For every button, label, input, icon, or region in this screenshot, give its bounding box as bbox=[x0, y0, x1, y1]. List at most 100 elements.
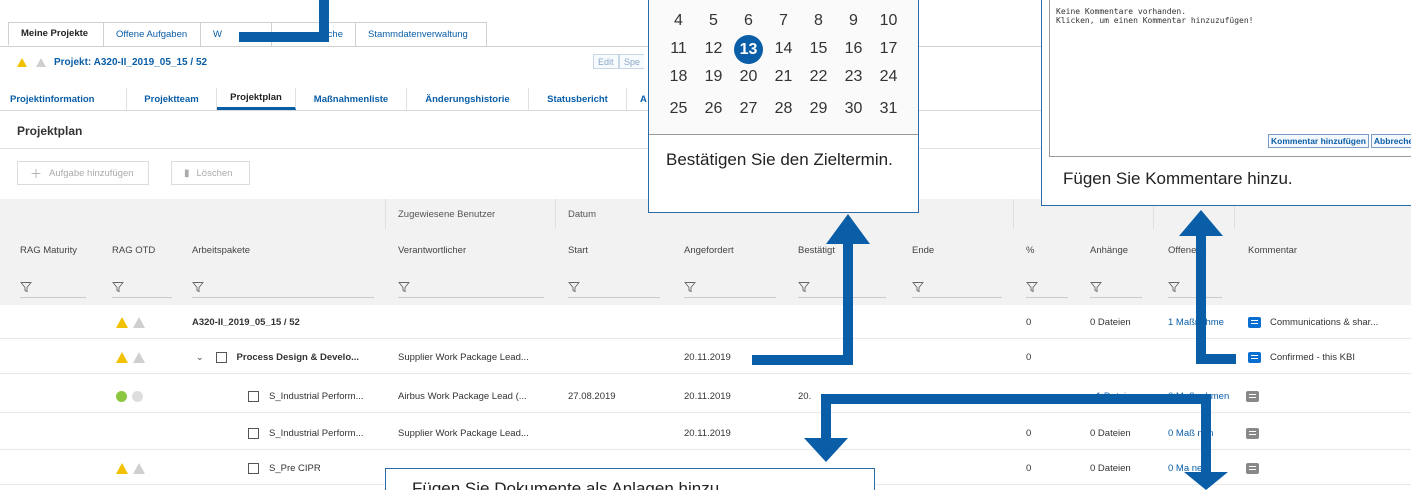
row-checkbox[interactable] bbox=[248, 427, 259, 439]
edit-button[interactable]: Edit bbox=[593, 54, 619, 69]
header-separator bbox=[555, 199, 556, 229]
tab-stammdatenverwaltung[interactable]: Stammdatenverwaltung bbox=[355, 22, 487, 46]
calendar-day[interactable]: 21 bbox=[766, 65, 801, 89]
comment-icon[interactable] bbox=[1246, 390, 1259, 402]
calendar-day[interactable]: 25 bbox=[661, 97, 696, 121]
calendar-day[interactable]: 14 bbox=[766, 37, 801, 61]
calendar-day[interactable]: 22 bbox=[801, 65, 836, 89]
calendar-day[interactable]: 10 bbox=[871, 9, 906, 33]
work-package-cell[interactable]: ⌄ Process Design & Develo... bbox=[196, 340, 380, 374]
delete-button[interactable]: ▮ Löschen bbox=[171, 161, 250, 185]
calendar-day[interactable]: 26 bbox=[696, 97, 731, 121]
tab-projektteam[interactable]: Projektteam bbox=[127, 88, 217, 110]
tab-massnahmenliste[interactable]: Maßnahmenliste bbox=[296, 88, 407, 110]
calendar-day[interactable]: 19 bbox=[696, 65, 731, 89]
comment-icon[interactable] bbox=[1246, 427, 1259, 439]
calendar-day[interactable]: 7 bbox=[766, 9, 801, 33]
col-ende[interactable]: Ende bbox=[912, 245, 934, 256]
calendar-day[interactable]: 28 bbox=[766, 97, 801, 121]
calendar-day-selected[interactable]: 13 bbox=[734, 35, 763, 64]
calendar-day[interactable]: 4 bbox=[661, 9, 696, 33]
filter-angefordert[interactable] bbox=[684, 276, 776, 298]
row-checkbox[interactable] bbox=[248, 462, 259, 474]
filter-start[interactable] bbox=[568, 276, 660, 298]
col-start[interactable]: Start bbox=[568, 245, 588, 256]
tab-meine-projekte[interactable]: Meine Projekte bbox=[8, 22, 104, 46]
calendar-day[interactable]: 16 bbox=[836, 37, 871, 61]
comment-icon[interactable] bbox=[1246, 462, 1259, 474]
calendar-day[interactable]: 24 bbox=[871, 65, 906, 89]
calendar-day[interactable]: 23 bbox=[836, 65, 871, 89]
attachments-value[interactable]: 0 Dateien bbox=[1090, 451, 1131, 485]
tab-projektinformation[interactable]: Projektinformation bbox=[0, 88, 127, 110]
project-title[interactable]: Projekt: A320-II_2019_05_15 / 52 bbox=[54, 57, 207, 68]
filter-anhaenge[interactable] bbox=[1090, 276, 1142, 298]
attachments-value[interactable]: 0 Dateien bbox=[1090, 416, 1131, 450]
tab-statusbericht[interactable]: Statusbericht bbox=[529, 88, 627, 110]
work-package-cell[interactable]: S_Industrial Perform... bbox=[248, 379, 376, 413]
col-rag-otd[interactable]: RAG OTD bbox=[112, 245, 155, 256]
filter-rag-otd[interactable] bbox=[112, 276, 172, 298]
col-angefordert[interactable]: Angefordert bbox=[684, 245, 734, 256]
filter-verantwortlicher[interactable] bbox=[398, 276, 544, 298]
calendar-day[interactable]: 12 bbox=[696, 37, 731, 61]
work-package-name[interactable]: A320-II_2019_05_15 / 52 bbox=[192, 305, 372, 339]
calendar-day[interactable]: 27 bbox=[731, 97, 766, 121]
calendar-day[interactable]: 29 bbox=[801, 97, 836, 121]
calendar-day[interactable]: 20 bbox=[731, 65, 766, 89]
col-kommentar[interactable]: Kommentar bbox=[1248, 245, 1297, 256]
tab-offene-aufgaben[interactable]: Offene Aufgaben bbox=[103, 22, 201, 46]
comment-cell[interactable] bbox=[1246, 379, 1268, 413]
filter-arbeitspakete[interactable] bbox=[192, 276, 374, 298]
documents-popup: Fügen Sie Dokumente als Anlagen hinzu. bbox=[385, 468, 875, 490]
calendar-instruction: Bestätigen Sie den Zieltermin. bbox=[666, 150, 893, 169]
filter-ende[interactable] bbox=[912, 276, 1002, 298]
filter-rag-maturity[interactable] bbox=[20, 276, 86, 298]
row-checkbox[interactable] bbox=[248, 390, 259, 402]
calendar-day[interactable]: 9 bbox=[836, 9, 871, 33]
comment-icon[interactable] bbox=[1248, 316, 1261, 328]
chevron-down-icon[interactable]: ⌄ bbox=[196, 352, 204, 363]
tab-projektplan[interactable]: Projektplan bbox=[217, 88, 296, 110]
calendar-day[interactable]: 31 bbox=[871, 97, 906, 121]
calendar-day[interactable]: 5 bbox=[696, 9, 731, 33]
col-verantwortlicher[interactable]: Verantwortlicher bbox=[398, 245, 466, 256]
calendar-day[interactable]: 30 bbox=[836, 97, 871, 121]
add-comment-button[interactable]: Kommentar hinzufügen bbox=[1268, 134, 1369, 148]
calendar-day[interactable]: 15 bbox=[801, 37, 836, 61]
tab-aenderungshistorie[interactable]: Änderungshistorie bbox=[407, 88, 529, 110]
requested-date: 20.11.2019 bbox=[684, 351, 731, 363]
grey-triangle-icon bbox=[36, 57, 46, 67]
calendar-week: 18 19 20 21 22 23 24 bbox=[661, 65, 906, 89]
attachments-value[interactable]: 0 Dateien bbox=[1090, 305, 1131, 339]
work-package-cell[interactable]: S_Pre CIPR bbox=[248, 451, 376, 485]
work-package-cell[interactable]: S_Industrial Perform... bbox=[248, 416, 376, 450]
calendar-day[interactable]: 11 bbox=[661, 37, 696, 61]
filter-icon bbox=[192, 281, 204, 292]
filter-bestaetigt[interactable] bbox=[798, 276, 886, 298]
filter-offene[interactable] bbox=[1168, 276, 1222, 298]
comment-cell[interactable]: Confirmed - this KBI bbox=[1248, 340, 1408, 374]
calendar-day[interactable]: 6 bbox=[731, 9, 766, 33]
col-rag-maturity[interactable]: RAG Maturity bbox=[20, 245, 77, 256]
row-checkbox[interactable] bbox=[215, 351, 227, 363]
comment-cell[interactable] bbox=[1246, 451, 1268, 485]
col-percent[interactable]: % bbox=[1026, 245, 1034, 256]
comment-textarea[interactable]: Keine Kommentare vorhanden. Klicken, um … bbox=[1049, 0, 1411, 157]
calendar-week: 25 26 27 28 29 30 31 bbox=[661, 97, 906, 121]
calendar-day[interactable]: 8 bbox=[801, 9, 836, 33]
comment-cell[interactable] bbox=[1246, 416, 1268, 450]
col-bestaetigt[interactable]: Bestätigt bbox=[798, 245, 835, 256]
col-anhaenge[interactable]: Anhänge bbox=[1090, 245, 1128, 256]
spec-button[interactable]: Spe bbox=[619, 54, 645, 69]
add-task-button[interactable]: ＋ Aufgabe hinzufügen bbox=[17, 161, 149, 185]
calendar-day[interactable]: 18 bbox=[661, 65, 696, 89]
filter-percent[interactable] bbox=[1026, 276, 1068, 298]
calendar-day[interactable]: 17 bbox=[871, 37, 906, 61]
comment-cell[interactable]: Communications & shar... bbox=[1248, 305, 1408, 339]
col-arbeitspakete[interactable]: Arbeitspakete bbox=[192, 245, 250, 256]
cancel-button[interactable]: Abbrechen bbox=[1370, 134, 1411, 148]
comment-icon[interactable] bbox=[1248, 351, 1261, 363]
table-row[interactable]: S_Industrial Perform... Supplier Work Pa… bbox=[0, 416, 1411, 450]
requested-date: 20.11.2019 bbox=[684, 390, 731, 402]
